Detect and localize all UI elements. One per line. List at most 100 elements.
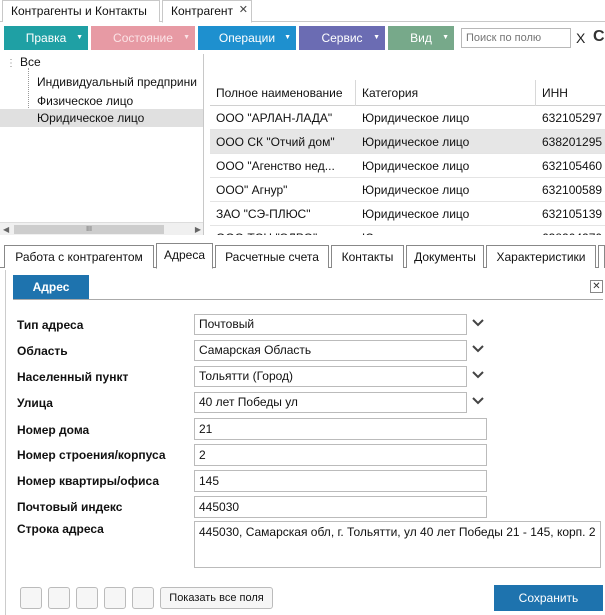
stroenie-field[interactable]: 2 <box>194 444 487 466</box>
cell-inn: 638201295 <box>542 135 603 149</box>
cell-name: ООО "Агенство нед... <box>216 159 335 173</box>
column-header-category[interactable]: Категория <box>356 80 536 106</box>
cell-inn: 632105297 <box>542 111 603 125</box>
category-tree: ⋮ Все Индивидуальный предприни Физическо… <box>0 54 204 235</box>
tree-item-all[interactable]: Все <box>20 55 41 69</box>
chevron-down-icon[interactable] <box>470 314 486 335</box>
table-row[interactable]: ООО "АРЛАН-ЛАДА" Юридическое лицо 632105… <box>210 106 605 130</box>
ulica-select[interactable]: 40 лет Победы ул <box>194 392 467 413</box>
tool-button-2[interactable] <box>48 587 70 609</box>
cell-category: Юридическое лицо <box>362 207 470 221</box>
toolbar: Правка ▼ Состояние ▼ Операции ▼ Сервис ▼ Вид… <box>0 26 605 50</box>
caret-down-icon: ▼ <box>183 34 190 41</box>
button-label: Сервис <box>321 31 363 45</box>
search-input[interactable] <box>461 28 571 48</box>
divider <box>13 299 603 300</box>
vid-menu-button[interactable]: Вид ▼ <box>388 26 454 50</box>
tab-raschetnye-scheta[interactable]: Расчетные счета <box>215 245 329 268</box>
cell-name: ООО" Агнур" <box>216 183 288 197</box>
tree-item-yur[interactable]: Юридическое лицо <box>0 109 203 127</box>
tool-button-1[interactable] <box>20 587 42 609</box>
tab-label: Контрагент <box>171 4 234 18</box>
cell-name: ООО "АРЛАН-ЛАДА" <box>216 111 333 125</box>
label-indeks: Почтовый индекс <box>17 500 123 514</box>
sostoyanie-menu-button[interactable]: Состояние ▼ <box>91 26 195 50</box>
kvartira-field[interactable]: 145 <box>194 470 487 492</box>
scroll-right-icon[interactable]: ▶ <box>195 223 201 235</box>
label-ulica: Улица <box>17 396 53 410</box>
tree-item-ip[interactable]: Индивидуальный предприни <box>37 75 197 89</box>
caret-down-icon: ▼ <box>373 34 380 41</box>
caret-down-icon: ▼ <box>76 34 83 41</box>
cell-inn: 638204270 <box>536 226 605 235</box>
label-dom: Номер дома <box>17 423 90 437</box>
cell-category: Юридическое лицо <box>362 159 470 173</box>
table-row[interactable]: ООО СК "Отчий дом" Юридическое лицо 6382… <box>210 130 605 154</box>
caret-down-icon: ▼ <box>284 34 291 41</box>
tab-adresa[interactable]: Адреса <box>156 243 213 269</box>
tool-button-5[interactable] <box>132 587 154 609</box>
pravka-menu-button[interactable]: Правка ▼ <box>4 26 88 50</box>
address-panel: Адрес ✕ Тип адреса Почтовый Область Сама… <box>5 270 605 615</box>
indeks-field[interactable]: 445030 <box>194 496 487 518</box>
address-panel-tab[interactable]: Адрес <box>13 275 89 299</box>
label-tip-adresa: Тип адреса <box>17 318 84 332</box>
operacii-menu-button[interactable]: Операции ▼ <box>198 26 296 50</box>
punkt-select[interactable]: Тольятти (Город) <box>194 366 467 387</box>
label-oblast: Область <box>17 344 68 358</box>
detail-tab-bar: Работа с контрагентом Адреса Расчетные с… <box>0 243 605 269</box>
scroll-left-icon[interactable]: ◀ <box>3 223 9 235</box>
column-header-name[interactable]: Полное наименование <box>210 80 356 106</box>
cell-category: Юридическое лицо <box>362 135 470 149</box>
tab-kontakty[interactable]: Контакты <box>331 245 404 268</box>
top-tab-bar: Контрагенты и Контакты Контрагент ✕ <box>0 0 605 23</box>
cell-inn: 632100589 <box>542 183 603 197</box>
tab-dokumenty[interactable]: Документы <box>406 245 484 268</box>
tree-item-fiz[interactable]: Физическое лицо <box>37 94 133 108</box>
oblast-select[interactable]: Самарская Область <box>194 340 467 361</box>
cell-name: ООО ТСЦ "ЭЛРО" <box>210 226 356 235</box>
tree-dots-icon: ⋮ <box>6 58 16 69</box>
scroll-thumb[interactable]: III <box>14 225 164 234</box>
tab-contragents-contacts[interactable]: Контрагенты и Контакты <box>2 0 160 22</box>
tab-overflow[interactable] <box>598 245 605 268</box>
clear-search-icon[interactable]: X <box>576 30 585 46</box>
tool-button-3[interactable] <box>76 587 98 609</box>
refresh-icon[interactable]: C <box>593 28 605 46</box>
table-row[interactable]: ЗАО "СЭ-ПЛЮС" Юридическое лицо 632105139 <box>210 202 605 226</box>
column-header-inn[interactable]: ИНН <box>536 80 605 106</box>
label-punkt: Населенный пункт <box>17 370 129 384</box>
table-row[interactable]: ООО "Агенство нед... Юридическое лицо 63… <box>210 154 605 178</box>
cell-category: Юридическое лицо <box>356 226 536 235</box>
tab-label: Контрагенты и Контакты <box>11 4 147 18</box>
table-row[interactable]: ООО" Агнур" Юридическое лицо 632100589 <box>210 178 605 202</box>
label-stroka: Строка адреса <box>17 522 104 536</box>
tab-contragent[interactable]: Контрагент ✕ <box>162 0 252 23</box>
button-label: Вид <box>410 31 432 45</box>
chevron-down-icon[interactable] <box>470 366 486 387</box>
button-label: Операции <box>218 31 276 45</box>
label-kvartira: Номер квартиры/офиса <box>17 474 159 488</box>
cell-inn: 632105460 <box>542 159 603 173</box>
table-row[interactable]: ООО ТСЦ "ЭЛРО" Юридическое лицо 63820427… <box>210 226 605 235</box>
tab-rabota[interactable]: Работа с контрагентом <box>4 245 154 268</box>
close-icon[interactable]: ✕ <box>590 280 603 293</box>
tree-root-toggle[interactable]: ⋮ <box>6 55 16 69</box>
tree-horizontal-scrollbar[interactable]: ◀ III ▶ <box>0 222 203 235</box>
save-button[interactable]: Сохранить <box>494 585 603 611</box>
dom-field[interactable]: 21 <box>194 418 487 440</box>
servis-menu-button[interactable]: Сервис ▼ <box>299 26 385 50</box>
contragent-grid: Полное наименование Категория ИНН ООО "А… <box>210 54 605 235</box>
chevron-down-icon[interactable] <box>470 340 486 361</box>
caret-down-icon: ▼ <box>442 34 449 41</box>
cell-category: Юридическое лицо <box>362 183 470 197</box>
close-icon[interactable]: ✕ <box>239 0 248 21</box>
grid-header: Полное наименование Категория ИНН <box>210 80 605 106</box>
tool-button-4[interactable] <box>104 587 126 609</box>
chevron-down-icon[interactable] <box>470 392 486 413</box>
stroka-adresa-textarea[interactable]: 445030, Самарская обл, г. Тольятти, ул 4… <box>194 521 601 568</box>
tip-adresa-select[interactable]: Почтовый <box>194 314 467 335</box>
tab-harakteristiki[interactable]: Характеристики <box>486 245 596 268</box>
cell-category: Юридическое лицо <box>362 111 470 125</box>
show-all-fields-button[interactable]: Показать все поля <box>160 587 273 609</box>
